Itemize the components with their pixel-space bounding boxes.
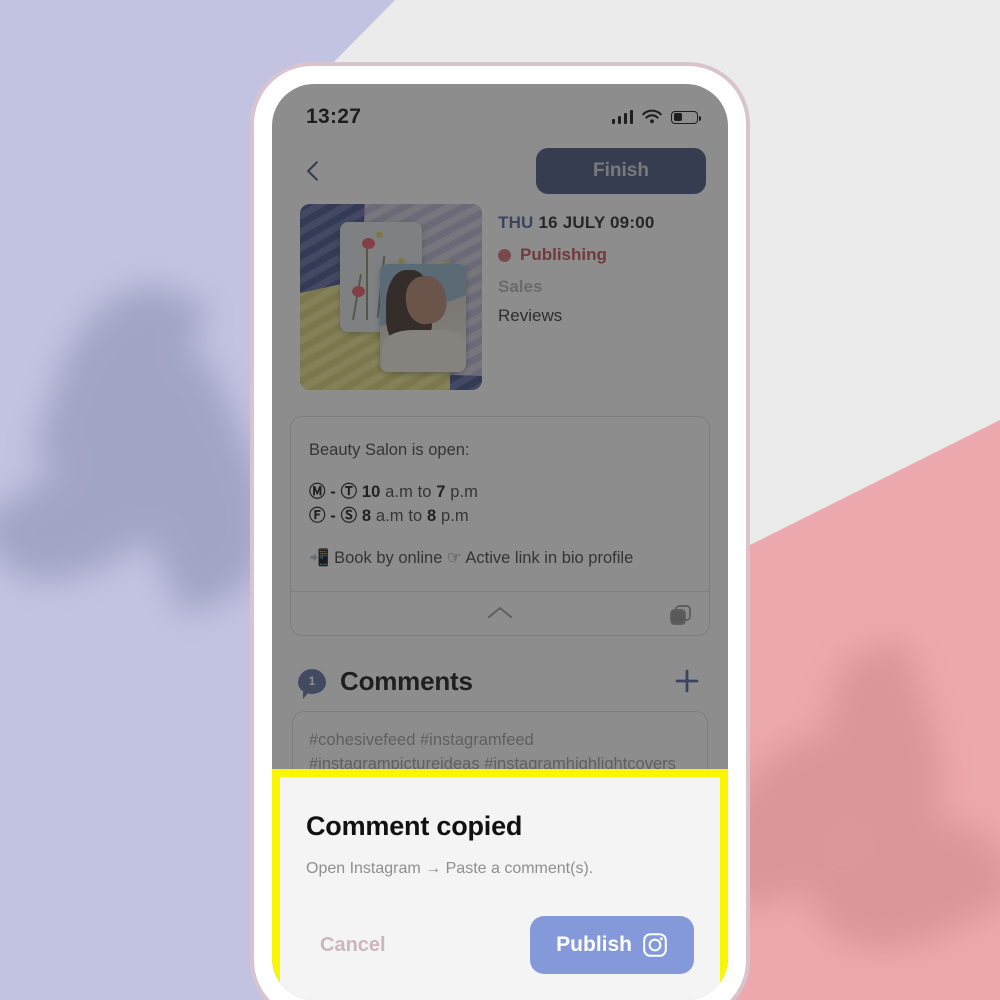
publish-button-label: Publish — [556, 933, 632, 956]
phone-frame: 13:27 — [250, 62, 750, 1000]
comment-copied-dialog: Comment copied Open Instagram → Paste a … — [272, 769, 728, 1000]
dialog-title: Comment copied — [306, 811, 523, 841]
phone-bezel: 13:27 — [254, 66, 746, 1000]
dialog-body: Comment copied Open Instagram → Paste a … — [280, 777, 720, 1000]
dialog-subtitle: Open Instagram → Paste a comment(s). — [306, 860, 594, 877]
phone-screen: 13:27 — [272, 84, 728, 1000]
dialog-highlight-border: Comment copied Open Instagram → Paste a … — [272, 769, 728, 1000]
scene-background: 13:27 — [0, 0, 1000, 1000]
cancel-button[interactable]: Cancel — [306, 926, 400, 965]
publish-button[interactable]: Publish — [530, 916, 694, 974]
dialog-actions: Cancel Publish — [306, 916, 694, 974]
instagram-icon — [643, 933, 667, 957]
